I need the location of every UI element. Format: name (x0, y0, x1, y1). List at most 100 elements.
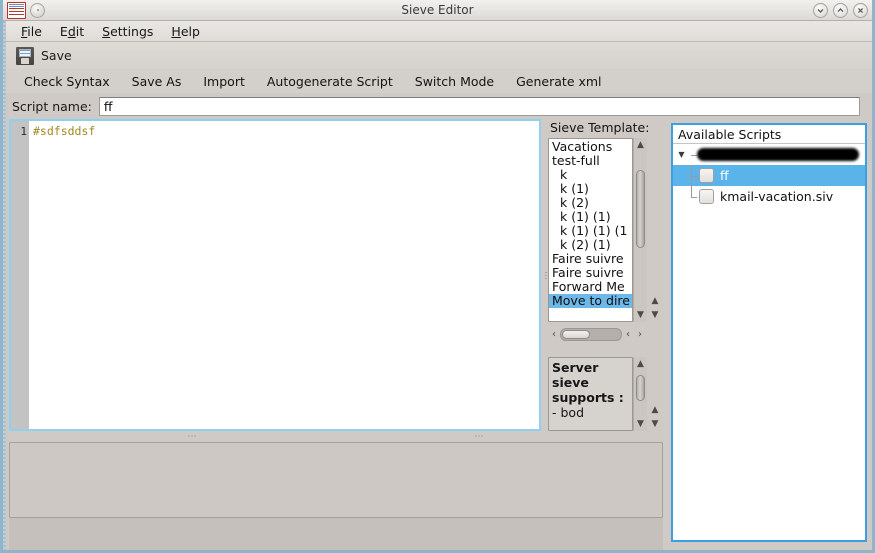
script-name-row: Script name: (3, 93, 872, 119)
template-item-k[interactable]: k (549, 168, 632, 182)
menu-edit[interactable]: Edit (51, 22, 93, 41)
menu-file[interactable]: File (12, 22, 51, 41)
template-item-test-full[interactable]: test-full (549, 154, 632, 168)
scroll-up-icon[interactable]: ▲ (634, 138, 647, 152)
available-scripts-panel[interactable]: Available Scripts ▼ ff (671, 123, 867, 542)
menu-edit-rest: it (76, 24, 84, 39)
window-controls (813, 3, 868, 18)
script-name-input[interactable] (99, 97, 860, 116)
splitter-dots-right: ⋯ (475, 435, 485, 439)
window-left-edge (3, 21, 6, 550)
template-item-vacations[interactable]: Vacations (549, 140, 632, 154)
chevron-down-icon[interactable]: ▼ (673, 150, 687, 159)
menu-settings-rest: ettings (110, 24, 153, 39)
server-supports-container: Server sieve supports :- bod ▲ ▼ ▲ ▼ (548, 357, 663, 431)
supports-scroll-thumb[interactable] (636, 375, 645, 401)
supports-scroll-up-icon[interactable]: ▲ (634, 357, 647, 371)
supports-spacer (548, 343, 663, 357)
sieve-template-label: Sieve Template: (548, 119, 663, 138)
template-item-k-2-1[interactable]: k (2) (1) (549, 238, 632, 252)
script-label-ff: ff (720, 168, 729, 183)
hscroll-group[interactable]: ‹ ‹ › (548, 327, 646, 341)
template-item-k-1[interactable]: k (1) (549, 182, 632, 196)
menu-file-rest: ile (27, 24, 42, 39)
bottom-padding (9, 518, 663, 550)
available-scripts-tree[interactable]: ▼ ff kmail-vacation.siv (673, 144, 865, 540)
menu-help[interactable]: Help (162, 22, 209, 41)
template-item-k-2[interactable]: k (2) (549, 196, 632, 210)
menu-bar: File Edit Settings Help (3, 21, 872, 42)
sieve-template-list-container: Vacations test-full k k (1) k (2) k (1) … (548, 138, 663, 322)
import-button[interactable]: Import (192, 71, 256, 92)
main-toolbar: Save (3, 42, 872, 69)
script-checkbox-ff[interactable] (699, 168, 714, 183)
secondary-toolbar: Check Syntax Save As Import Autogenerate… (3, 69, 872, 93)
scroll-down-icon[interactable]: ▼ (634, 308, 647, 322)
save-as-button[interactable]: Save As (121, 71, 193, 92)
window-icon (7, 2, 26, 19)
editor-template-split: 1 #sdfsddsf ⋯ Sieve Template: Vacations … (9, 119, 663, 431)
tree-line-branch (687, 165, 697, 186)
supports-vertical-scrollbar[interactable]: ▲ ▼ (633, 357, 647, 431)
template-item-move-to-directory[interactable]: Move to dire (549, 294, 632, 308)
hscroll-thumb[interactable] (562, 330, 590, 339)
vertical-splitter-handle[interactable]: ⋯ (541, 119, 548, 431)
close-button[interactable] (853, 3, 868, 18)
outer-scroll-down-icon[interactable]: ▼ (647, 308, 663, 322)
template-item-faire-suivre-1[interactable]: Faire suivre (549, 252, 632, 266)
menu-help-rest: elp (181, 24, 200, 39)
sieve-template-column: Sieve Template: Vacations test-full k k … (548, 119, 663, 431)
switch-mode-button[interactable]: Switch Mode (404, 71, 505, 92)
output-panel[interactable] (9, 442, 663, 518)
minimize-button[interactable] (813, 3, 828, 18)
supports-outer-down-icon[interactable]: ▼ (647, 417, 663, 431)
check-syntax-button[interactable]: Check Syntax (13, 71, 121, 92)
server-supports-box[interactable]: Server sieve supports :- bod (548, 357, 633, 431)
splitter-dots-left: ⋯ (188, 435, 198, 439)
tree-row-ff[interactable]: ff (673, 165, 865, 186)
available-scripts-dock: Available Scripts ▼ ff (669, 119, 872, 550)
title-bar: Sieve Editor (3, 0, 872, 21)
template-outer-scroll-column: ▲ ▼ (647, 138, 663, 322)
template-item-forward-me[interactable]: Forward Me (549, 280, 632, 294)
supports-scroll-track[interactable] (634, 371, 647, 417)
template-item-k-1-1-1[interactable]: k (1) (1) (1 (549, 224, 632, 238)
script-checkbox-kmail-vacation[interactable] (699, 189, 714, 204)
code-text-area[interactable]: #sdfsddsf (29, 121, 539, 429)
save-button-label: Save (41, 48, 72, 63)
autogenerate-script-button[interactable]: Autogenerate Script (256, 71, 404, 92)
template-horizontal-scrollbar[interactable]: ‹ ‹ › (548, 322, 663, 343)
floppy-disk-icon (16, 47, 34, 65)
outer-scroll-up-icon[interactable]: ▲ (647, 294, 663, 308)
hscroll-track[interactable] (560, 328, 622, 341)
menu-settings[interactable]: Settings (93, 22, 162, 41)
line-number: 1 (11, 124, 27, 139)
supports-outer-scroll-column: ▲ ▼ (647, 357, 663, 431)
horizontal-splitter-handle[interactable]: ⋯ ⋯ (9, 431, 663, 442)
tree-line-branch-last (687, 186, 697, 207)
template-item-k-1-1[interactable]: k (1) (1) (549, 210, 632, 224)
template-item-faire-suivre-2[interactable]: Faire suivre (549, 266, 632, 280)
server-supports-heading: Server sieve supports : (552, 360, 624, 405)
maximize-button[interactable] (833, 3, 848, 18)
code-line-1: #sdfsddsf (33, 124, 95, 138)
tree-row-kmail-vacation[interactable]: kmail-vacation.siv (673, 186, 865, 207)
supports-outer-up-icon[interactable]: ▲ (647, 403, 663, 417)
server-supports-body: - bod (552, 405, 584, 420)
save-button[interactable]: Save (12, 46, 76, 66)
scroll-left-icon-2[interactable]: ‹ (622, 329, 634, 340)
scroll-left-icon[interactable]: ‹ (548, 329, 560, 340)
code-editor[interactable]: 1 #sdfsddsf (9, 119, 541, 431)
supports-scroll-down-icon[interactable]: ▼ (634, 417, 647, 431)
template-list-vertical-scrollbar[interactable]: ▲ ▼ (633, 138, 647, 322)
script-name-label: Script name: (12, 99, 92, 114)
template-scroll-track[interactable] (634, 152, 647, 308)
available-scripts-header: Available Scripts (673, 125, 865, 144)
redacted-account-label (697, 148, 859, 161)
generate-xml-button[interactable]: Generate xml (505, 71, 612, 92)
sieve-template-list[interactable]: Vacations test-full k k (1) k (2) k (1) … (548, 138, 633, 322)
circle-button-icon[interactable] (30, 3, 45, 18)
template-scroll-thumb[interactable] (636, 170, 645, 248)
scroll-right-icon[interactable]: › (634, 329, 646, 340)
tree-row-account-root[interactable]: ▼ (673, 144, 865, 165)
